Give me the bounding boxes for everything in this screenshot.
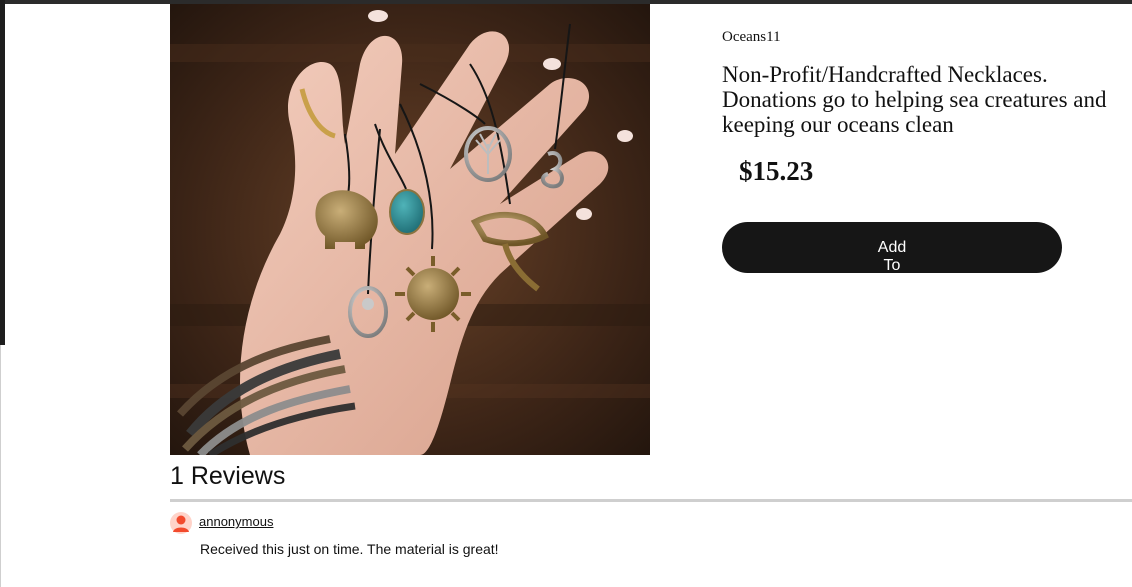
product-page: Oceans11 Non-Profit/Handcrafted Necklace… [0,0,1132,587]
user-avatar-icon [170,512,192,534]
add-to-cart-button[interactable]: Add To [722,222,1062,273]
review-text: Received this just on time. The material… [200,541,499,557]
product-title: Non-Profit/Handcrafted Necklaces. Donati… [722,62,1107,137]
product-image [170,4,650,455]
window-left-edge [0,0,5,345]
product-photo [170,4,650,455]
reviews-heading: 1 Reviews [170,462,286,490]
seller-name: Oceans11 [722,29,781,45]
reviews-divider [170,499,1132,502]
product-price: $15.23 [739,156,814,186]
window-left-edge-line [0,345,1,587]
add-to-cart-label: Add To [877,239,907,273]
review-author-link[interactable]: annonymous [199,514,273,529]
